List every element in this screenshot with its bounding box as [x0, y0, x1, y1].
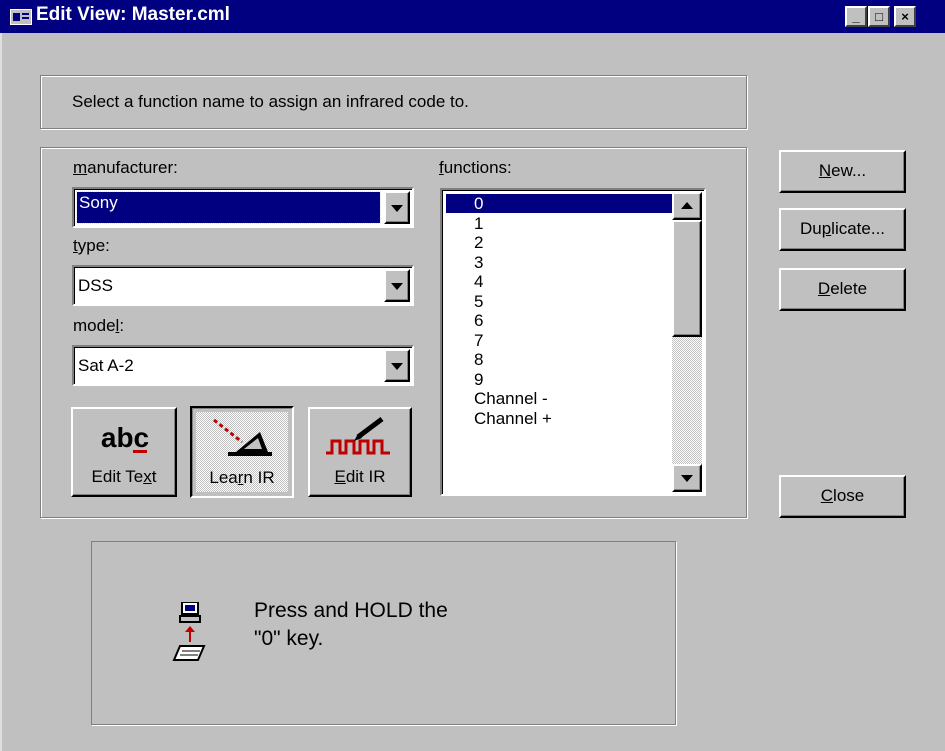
manufacturer-dropdown-button[interactable]	[384, 191, 410, 224]
minimize-button[interactable]: _	[845, 6, 867, 27]
list-item[interactable]: 6	[446, 311, 483, 330]
ir-waveform-icon	[326, 417, 390, 455]
functions-listbox[interactable]: 0 1 2 3 4 5 6 7 8 9 Channel - Channel +	[440, 188, 706, 496]
edit-ir-button[interactable]: Edit IR	[308, 407, 412, 497]
instruction-box: Select a function name to assign an infr…	[40, 75, 747, 129]
computer-remote-transfer-icon	[172, 602, 206, 661]
functions-label: functions:	[439, 158, 512, 177]
close-icon: ×	[901, 9, 909, 24]
chevron-down-icon	[391, 282, 403, 290]
status-line-2: "0" key.	[254, 627, 324, 650]
functions-scrollbar[interactable]	[672, 192, 702, 492]
svg-text:abc: abc	[101, 422, 149, 453]
edit-ir-label: Edit IR	[334, 467, 386, 486]
model-label: model:	[73, 316, 125, 335]
app-window-icon[interactable]	[10, 9, 32, 25]
type-value: DSS	[78, 276, 113, 295]
window-title: Edit View: Master.cml	[36, 4, 230, 25]
list-item[interactable]: 1	[446, 214, 483, 233]
status-line-1: Press and HOLD the	[254, 599, 448, 622]
scroll-down-icon	[681, 475, 693, 482]
close-window-button[interactable]: ×	[894, 6, 916, 27]
model-dropdown-button[interactable]	[384, 349, 410, 382]
instruction-text: Select a function name to assign an infr…	[72, 92, 469, 111]
model-value: Sat A-2	[78, 356, 134, 375]
delete-button[interactable]: Delete	[779, 268, 906, 311]
list-item[interactable]: 9	[446, 370, 483, 389]
scroll-thumb[interactable]	[672, 220, 702, 337]
list-item[interactable]: 8	[446, 350, 483, 369]
chevron-down-icon	[391, 204, 403, 212]
manufacturer-selected-value: Sony	[76, 191, 381, 224]
learn-ir-button[interactable]: Learn IR	[190, 406, 294, 498]
status-panel: Press and HOLD the "0" key.	[91, 541, 676, 725]
close-button[interactable]: Close	[779, 475, 906, 518]
list-item[interactable]: 7	[446, 331, 483, 350]
edit-text-button[interactable]: abc Edit Text	[71, 407, 177, 497]
infrared-beam-icon	[213, 418, 272, 456]
minimize-icon: _	[852, 9, 860, 24]
manufacturer-label: manufacturer:	[73, 158, 178, 177]
manufacturer-value: Sony	[79, 193, 118, 212]
list-item[interactable]: 4	[446, 272, 483, 291]
abc-text-icon: abc	[93, 419, 157, 459]
learn-ir-label: Learn IR	[209, 468, 275, 487]
new-button[interactable]: New...	[779, 150, 906, 193]
type-label: type:	[73, 236, 110, 255]
model-combo[interactable]: Sat A-2	[72, 345, 414, 386]
list-item[interactable]: Channel -	[446, 389, 548, 408]
type-dropdown-button[interactable]	[384, 269, 410, 302]
scroll-up-button[interactable]	[672, 192, 702, 220]
manufacturer-combo[interactable]: Sony	[72, 187, 414, 228]
scroll-up-icon	[681, 202, 693, 209]
title-bar[interactable]: Edit View: Master.cml _ □ ×	[0, 0, 945, 33]
list-item[interactable]: 0	[446, 194, 674, 213]
list-item[interactable]: 5	[446, 292, 483, 311]
list-item[interactable]: 2	[446, 233, 483, 252]
chevron-down-icon	[391, 362, 403, 370]
functions-list: 0 1 2 3 4 5 6 7 8 9 Channel - Channel +	[442, 190, 674, 494]
edit-text-label: Edit Text	[91, 467, 157, 486]
window-frame-left	[0, 33, 10, 751]
maximize-button[interactable]: □	[868, 6, 890, 27]
type-combo[interactable]: DSS	[72, 265, 414, 306]
list-item[interactable]: Channel +	[446, 409, 552, 428]
duplicate-button[interactable]: Duplicate...	[779, 208, 906, 251]
maximize-icon: □	[875, 9, 883, 24]
scroll-down-button[interactable]	[672, 464, 702, 492]
list-item[interactable]: 3	[446, 253, 483, 272]
